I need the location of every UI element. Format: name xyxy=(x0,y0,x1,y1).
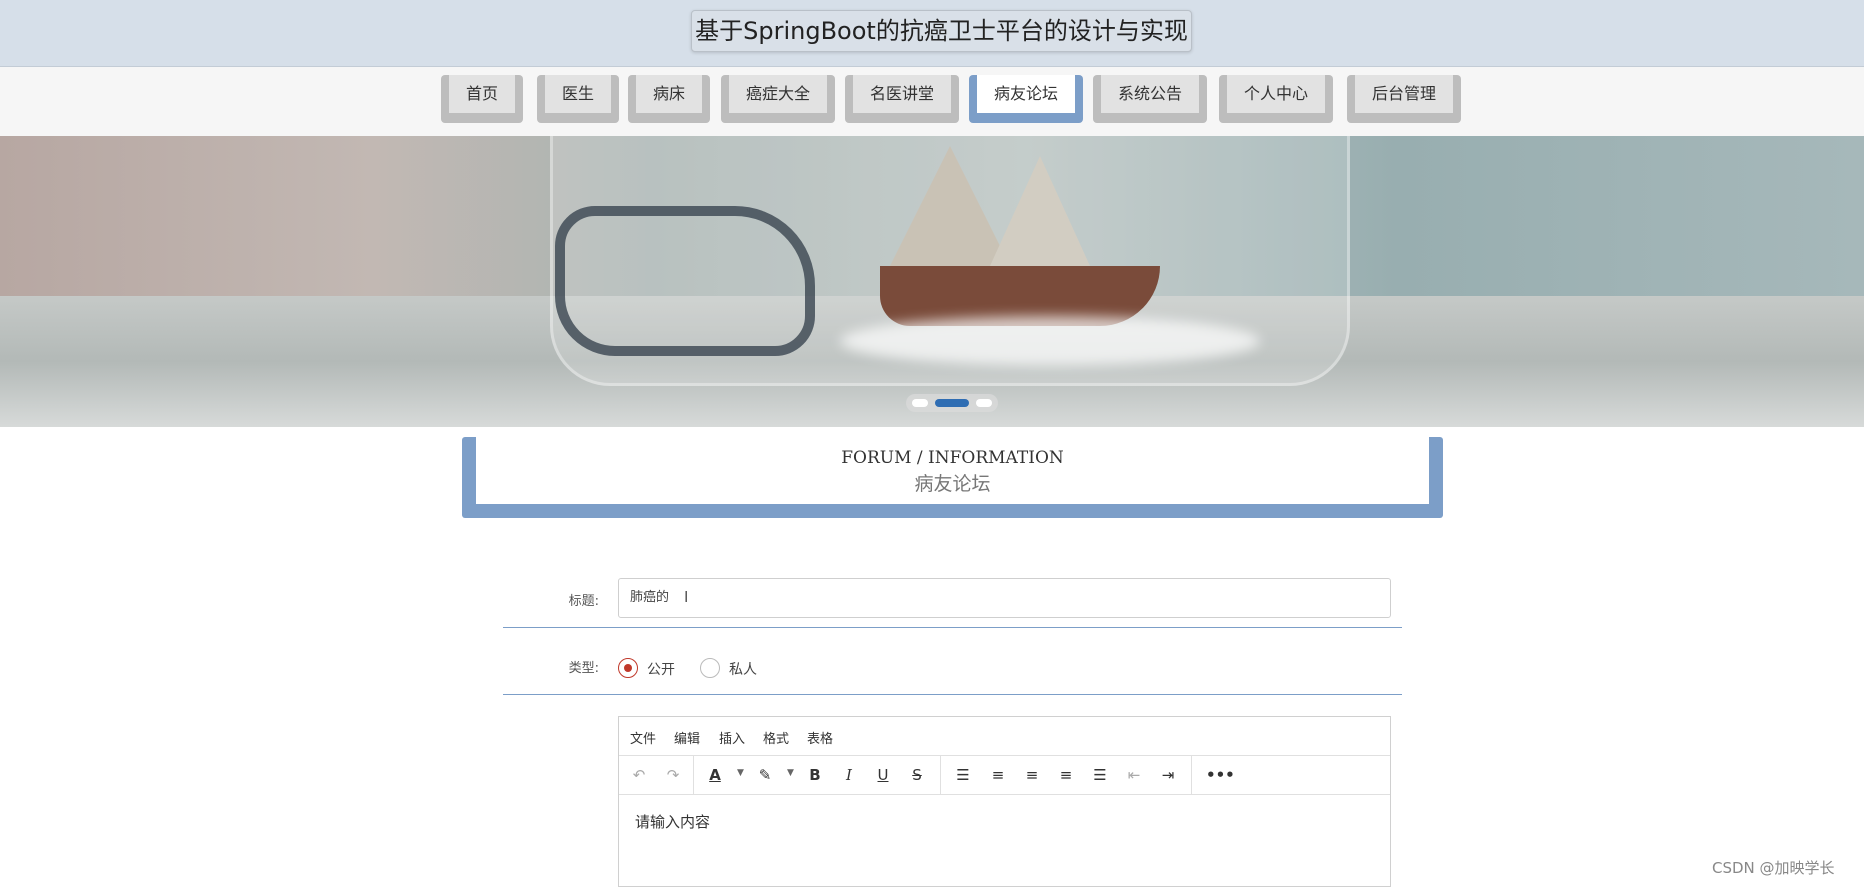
banner-carousel[interactable] xyxy=(0,136,1864,427)
nav-item-home[interactable]: 首页 xyxy=(441,75,523,123)
toolbar-divider xyxy=(693,756,694,795)
top-header: 基于SpringBoot的抗癌卫士平台的设计与实现 xyxy=(0,0,1864,67)
editor-toolbar: ↶ ↷ A ▼ ✎ ▼ B I U S ☰ ≡ ≡ ≡ ☰ ⇤ ⇥ ••• xyxy=(619,756,1390,795)
toolbar-divider xyxy=(940,756,941,795)
editor-content[interactable]: 请输入内容 xyxy=(619,795,1390,886)
nav-item-admin[interactable]: 后台管理 xyxy=(1347,75,1461,123)
title-label: 标题: xyxy=(568,594,599,609)
title-input[interactable]: 肺癌的 xyxy=(618,578,1391,618)
redo-icon[interactable]: ↷ xyxy=(661,764,685,786)
undo-icon[interactable]: ↶ xyxy=(627,764,651,786)
banner-chain xyxy=(555,206,815,356)
menu-file[interactable]: 文件 xyxy=(630,728,656,747)
site-title: 基于SpringBoot的抗癌卫士平台的设计与实现 xyxy=(691,10,1192,52)
menu-table[interactable]: 表格 xyxy=(807,728,833,747)
underline-icon[interactable]: U xyxy=(871,764,895,786)
menu-edit[interactable]: 编辑 xyxy=(674,728,700,747)
nav-item-lecture-hall[interactable]: 名医讲堂 xyxy=(845,75,959,123)
nav-item-personal-center[interactable]: 个人中心 xyxy=(1219,75,1333,123)
menu-format[interactable]: 格式 xyxy=(763,728,789,747)
text-cursor-icon: I xyxy=(684,588,689,606)
nav-item-doctors[interactable]: 医生 xyxy=(537,75,619,123)
carousel-indicators xyxy=(906,394,998,412)
chevron-down-icon[interactable]: ▼ xyxy=(737,768,744,778)
section-header-inner: FORUM / INFORMATION 病友论坛 xyxy=(476,437,1429,504)
italic-icon[interactable]: I xyxy=(837,764,861,786)
highlight-icon[interactable]: ✎ xyxy=(753,764,777,786)
radio-public-label[interactable]: 公开 xyxy=(647,659,675,679)
bold-icon[interactable]: B xyxy=(803,764,827,786)
radio-private-label[interactable]: 私人 xyxy=(729,659,757,679)
nav-item-cancer-encyclopedia[interactable]: 癌症大全 xyxy=(721,75,835,123)
banner-splash xyxy=(840,316,1260,366)
section-header: FORUM / INFORMATION 病友论坛 xyxy=(462,437,1443,518)
align-justify-icon[interactable]: ☰ xyxy=(1088,764,1112,786)
radio-private[interactable] xyxy=(700,658,720,678)
chevron-down-icon[interactable]: ▼ xyxy=(787,768,794,778)
toolbar-divider xyxy=(1191,756,1192,795)
section-title-en: FORUM / INFORMATION xyxy=(841,448,1064,468)
menu-insert[interactable]: 插入 xyxy=(719,728,745,747)
section-title-zh: 病友论坛 xyxy=(914,473,991,495)
watermark: CSDN @加映学长 xyxy=(1712,859,1835,877)
banner-sail xyxy=(990,156,1090,266)
align-right-icon[interactable]: ≡ xyxy=(1054,764,1078,786)
indent-icon[interactable]: ⇥ xyxy=(1156,764,1180,786)
main-nav: 首页 医生 病床 癌症大全 名医讲堂 病友论坛 系统公告 个人中心 后台管理 xyxy=(0,67,1864,136)
carousel-dot[interactable] xyxy=(912,399,928,407)
line-height-icon[interactable]: ☰ xyxy=(951,764,975,786)
align-left-icon[interactable]: ≡ xyxy=(986,764,1010,786)
strikethrough-icon[interactable]: S xyxy=(905,764,929,786)
nav-item-beds[interactable]: 病床 xyxy=(628,75,710,123)
more-icon[interactable]: ••• xyxy=(1206,764,1235,786)
carousel-dot-active[interactable] xyxy=(935,399,969,407)
text-color-icon[interactable]: A xyxy=(703,764,727,786)
align-center-icon[interactable]: ≡ xyxy=(1020,764,1044,786)
nav-item-announcements[interactable]: 系统公告 xyxy=(1093,75,1207,123)
radio-public[interactable] xyxy=(618,658,638,678)
carousel-dot[interactable] xyxy=(976,399,992,407)
outdent-icon[interactable]: ⇤ xyxy=(1122,764,1146,786)
type-label: 类型: xyxy=(568,661,599,676)
nav-item-forum[interactable]: 病友论坛 xyxy=(969,75,1083,123)
editor-menubar: 文件 编辑 插入 格式 表格 xyxy=(619,717,1390,756)
rich-text-editor: 文件 编辑 插入 格式 表格 ↶ ↷ A ▼ ✎ ▼ B I U S ☰ ≡ ≡… xyxy=(618,716,1391,887)
